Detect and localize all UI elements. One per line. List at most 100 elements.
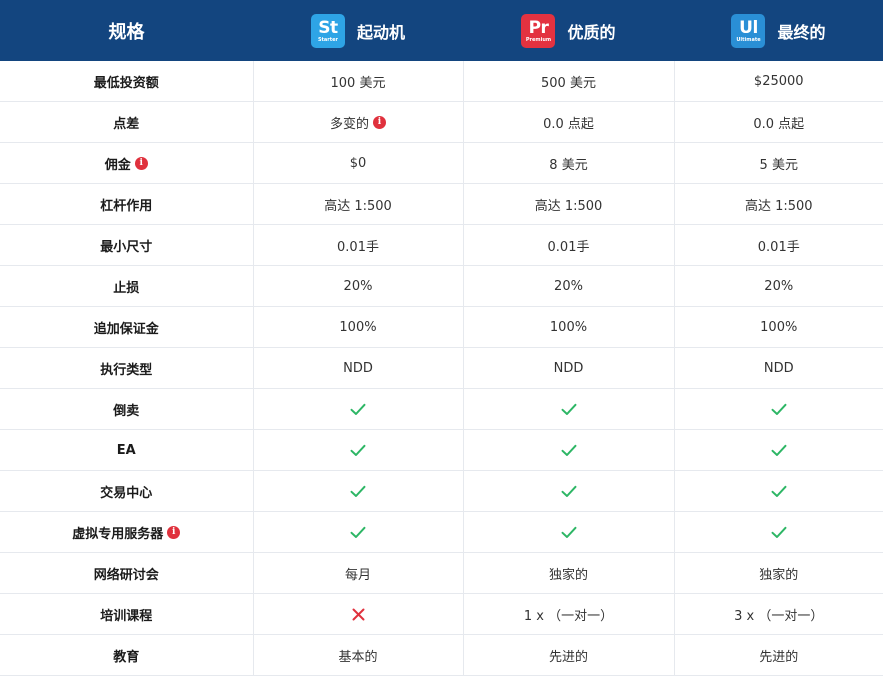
plan-header-ultimate: Ul Ultimate 最终的: [674, 0, 883, 61]
cell-value: 高达 1:500: [534, 198, 603, 214]
row-label: 最低投资额: [93, 75, 159, 91]
table-row: 教育 基本的 先进的 先进的: [0, 634, 883, 676]
cell-value: 100%: [339, 319, 377, 335]
check-icon: [561, 402, 577, 417]
cell-value: 独家的: [548, 567, 588, 583]
row-label-cell: 佣金 i: [0, 142, 253, 184]
table-row: EA: [0, 429, 883, 471]
check-icon: [771, 443, 787, 458]
cell-value: 高达 1:500: [324, 198, 392, 214]
table-row: 交易中心: [0, 470, 883, 512]
cell-value: 20%: [343, 278, 373, 294]
cell-starter: 多变的 i: [252, 101, 463, 143]
plan-header-premium: Pr Premium 优质的: [463, 0, 674, 61]
spec-column-header: 规格: [0, 0, 253, 61]
cell-ultimate: [673, 511, 883, 553]
cell-ultimate: [673, 470, 883, 512]
cell-value: 100%: [549, 319, 588, 335]
cell-value: 100 美元: [330, 75, 386, 91]
cell-value: 100%: [760, 319, 798, 335]
check-icon: [561, 484, 577, 499]
cell-premium: 先进的: [462, 634, 674, 676]
table-body: 最低投资额 100 美元 500 美元 $25000 点差 多变的 i 0.0 点起 0.0 点…: [0, 61, 883, 676]
row-label: 最小尺寸: [100, 239, 153, 255]
table-header-row: 规格 St Starter 起动机 Pr Premium 优质的 Ul Ulti…: [0, 0, 883, 61]
cell-ultimate: 独家的: [673, 552, 883, 594]
cell-value: NDD: [763, 360, 794, 376]
cell-premium: 独家的: [462, 552, 674, 594]
row-label-cell: 点差: [0, 101, 253, 143]
table-row: 虚拟专用服务器 i: [0, 511, 883, 553]
cell-ultimate: 0.0 点起: [673, 101, 883, 143]
premium-badge-icon: Pr Premium: [521, 13, 556, 48]
cell-starter: [252, 429, 463, 471]
cell-starter: 100 美元: [252, 61, 463, 102]
check-icon: [771, 402, 787, 417]
plan-name-starter: 起动机: [356, 22, 405, 42]
cell-premium: 1 x （一对一）: [462, 593, 674, 635]
cell-starter: 基本的: [252, 634, 463, 676]
cell-ultimate: NDD: [673, 347, 883, 389]
cell-premium: 500 美元: [462, 61, 674, 102]
row-label-cell: 网络研讨会: [0, 552, 253, 594]
row-label: 培训课程: [100, 608, 153, 624]
row-label: 网络研讨会: [93, 567, 159, 583]
info-icon[interactable]: i: [167, 525, 181, 539]
cell-starter: [252, 388, 463, 430]
info-icon[interactable]: i: [134, 156, 148, 170]
table-row: 最小尺寸 0.01手 0.01手 0.01手: [0, 224, 883, 266]
cell-value: 高达 1:500: [744, 198, 813, 214]
cell-value: 0.01手: [337, 239, 379, 255]
row-label-cell: 止损: [0, 265, 253, 307]
cell-premium: 0.01手: [462, 224, 674, 266]
table-row: 最低投资额 100 美元 500 美元 $25000: [0, 61, 883, 102]
cell-ultimate: 20%: [673, 265, 883, 307]
cell-ultimate: 0.01手: [673, 224, 883, 266]
cell-ultimate: 100%: [673, 306, 883, 348]
table-row: 追加保证金 100% 100% 100%: [0, 306, 883, 348]
cell-ultimate: [673, 429, 883, 471]
row-label-cell: 最低投资额: [0, 61, 253, 102]
row-label: EA: [116, 442, 136, 458]
check-icon: [350, 525, 366, 540]
cell-value: 基本的: [338, 649, 378, 665]
row-label-cell: 虚拟专用服务器 i: [0, 511, 253, 553]
table-row: 杠杆作用 高达 1:500 高达 1:500 高达 1:500: [0, 183, 883, 225]
cell-value: 每月: [344, 567, 371, 583]
cell-ultimate: 高达 1:500: [673, 183, 883, 225]
row-label: 执行类型: [100, 362, 153, 378]
row-label: 点差: [113, 116, 140, 132]
cell-value: 0.01手: [547, 239, 590, 255]
check-icon: [561, 443, 577, 458]
cell-value: 多变的: [329, 116, 369, 132]
check-icon: [350, 484, 366, 499]
cell-premium: 100%: [462, 306, 674, 348]
plan-comparison-table: 规格 St Starter 起动机 Pr Premium 优质的 Ul Ulti…: [0, 0, 883, 676]
row-label: 杠杆作用: [100, 198, 153, 214]
row-label-cell: 倒卖: [0, 388, 253, 430]
plan-name-ultimate: 最终的: [777, 22, 826, 42]
table-row: 倒卖: [0, 388, 883, 430]
row-label-cell: EA: [0, 429, 253, 471]
cell-starter: [252, 511, 463, 553]
row-label-cell: 最小尺寸: [0, 224, 253, 266]
info-icon[interactable]: i: [373, 115, 386, 129]
cell-value: 20%: [764, 278, 794, 294]
cross-icon: [352, 607, 365, 622]
table-row: 网络研讨会 每月 独家的 独家的: [0, 552, 883, 594]
cell-starter: 每月: [252, 552, 463, 594]
cell-value: 5 美元: [759, 157, 798, 173]
table-row: 执行类型 NDD NDD NDD: [0, 347, 883, 389]
row-label: 虚拟专用服务器: [72, 526, 164, 542]
table-row: 点差 多变的 i 0.0 点起 0.0 点起: [0, 101, 883, 143]
cell-starter: 高达 1:500: [252, 183, 463, 225]
cell-premium: NDD: [462, 347, 674, 389]
row-label-cell: 交易中心: [0, 470, 253, 512]
cell-value: 0.01手: [757, 239, 800, 255]
cell-ultimate: 3 x （一对一）: [673, 593, 883, 635]
plan-header-starter: St Starter 起动机: [253, 0, 463, 61]
cell-premium: [462, 429, 674, 471]
cell-ultimate: [673, 388, 883, 430]
row-label-cell: 追加保证金: [0, 306, 253, 348]
plan-name-premium: 优质的: [567, 22, 616, 42]
